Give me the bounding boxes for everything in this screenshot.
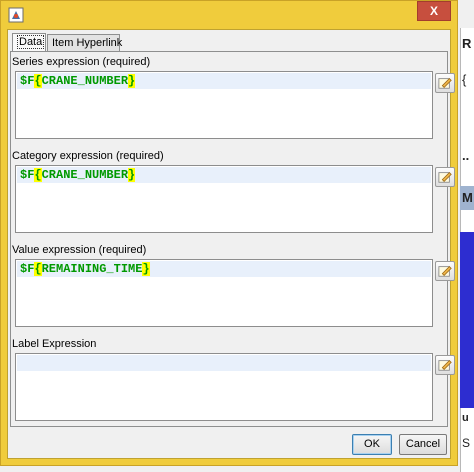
background-text: u xyxy=(462,412,469,424)
value-expression-edit-button[interactable] xyxy=(435,261,455,281)
token-prefix: $F xyxy=(20,168,35,182)
token-close-brace: } xyxy=(128,74,136,88)
label-expression-label: Label Expression xyxy=(12,338,97,350)
token-prefix: $F xyxy=(20,262,35,276)
value-expression-label: Value expression (required) xyxy=(12,244,147,256)
series-expression-edit-button[interactable] xyxy=(435,73,455,93)
series-expression-label: Series expression (required) xyxy=(12,56,151,68)
token-open-brace: { xyxy=(34,168,42,182)
label-expression-edit-button[interactable] xyxy=(435,355,455,375)
java-app-icon xyxy=(8,7,24,23)
token-open-brace: { xyxy=(34,74,42,88)
tab-data[interactable]: Data xyxy=(12,33,46,51)
value-expression-editor[interactable]: $F{REMAINING_TIME} xyxy=(15,259,433,327)
token-close-brace: } xyxy=(142,262,150,276)
close-button[interactable]: X xyxy=(417,1,451,21)
edit-expression-icon xyxy=(438,360,452,371)
label-expression-line xyxy=(17,355,431,371)
series-expression-line: $F{CRANE_NUMBER} xyxy=(17,73,431,89)
tab-item-hyperlink[interactable]: Item Hyperlink xyxy=(47,34,122,51)
background-text: S xyxy=(462,436,471,450)
edit-expression-icon xyxy=(438,266,452,277)
series-expression-editor[interactable]: $F{CRANE_NUMBER} xyxy=(15,71,433,139)
value-expression-line: $F{REMAINING_TIME} xyxy=(17,261,431,277)
edit-expression-icon xyxy=(438,78,452,89)
tab-data-label: Data xyxy=(17,35,45,49)
title-bar[interactable]: X xyxy=(1,1,457,29)
category-expression-line: $F{CRANE_NUMBER} xyxy=(17,167,431,183)
background-text: R xyxy=(462,36,472,51)
token-open-brace: { xyxy=(34,262,42,276)
token-prefix: $F xyxy=(20,74,35,88)
background-text: M xyxy=(462,190,473,205)
ok-button[interactable]: OK xyxy=(352,434,392,455)
label-expression-editor[interactable] xyxy=(15,353,433,421)
dialog-client-area: Data Item Hyperlink Series expression (r… xyxy=(7,29,455,459)
edit-expression-icon xyxy=(438,172,452,183)
background-text: .. xyxy=(462,148,470,163)
category-expression-edit-button[interactable] xyxy=(435,167,455,187)
token-close-brace: } xyxy=(128,168,136,182)
background-text: { xyxy=(462,72,467,87)
expression-dialog: X Data Item Hyperlink Series expression … xyxy=(0,0,458,466)
cancel-button[interactable]: Cancel xyxy=(399,434,447,455)
data-tab-panel: Series expression (required) $F{CRANE_NU… xyxy=(10,51,455,427)
category-expression-editor[interactable]: $F{CRANE_NUMBER} xyxy=(15,165,433,233)
category-expression-label: Category expression (required) xyxy=(12,150,164,162)
background-block xyxy=(460,232,474,408)
token-field-name: CRANE_NUMBER xyxy=(41,168,129,182)
token-field-name: CRANE_NUMBER xyxy=(41,74,129,88)
token-field-name: REMAINING_TIME xyxy=(41,262,143,276)
